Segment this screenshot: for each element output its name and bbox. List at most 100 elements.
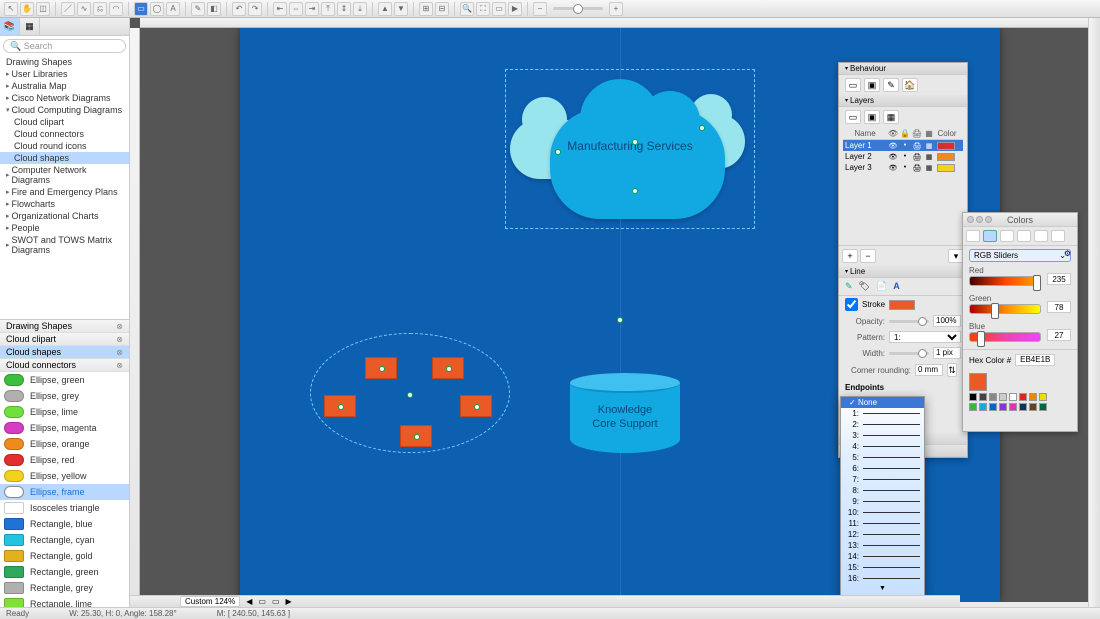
library-item[interactable]: ▸User Libraries <box>0 68 129 80</box>
layer-view-icon[interactable]: ▣ <box>864 110 880 124</box>
selection-handle[interactable] <box>632 188 638 194</box>
redo-icon[interactable]: ↷ <box>248 2 262 16</box>
dropdown-item[interactable]: 4: <box>841 441 924 452</box>
stroke-checkbox[interactable] <box>845 298 858 311</box>
color-swatch[interactable] <box>1029 393 1037 401</box>
green-slider[interactable] <box>969 304 1041 314</box>
tool-curve-icon[interactable]: ∿ <box>77 2 91 16</box>
color-swatch[interactable] <box>979 393 987 401</box>
dropdown-item[interactable]: 8: <box>841 485 924 496</box>
tool-hand-icon[interactable]: ✋ <box>20 2 34 16</box>
shape-palette-item[interactable]: Rectangle, grey <box>0 580 129 596</box>
opacity-value[interactable]: 100% <box>933 315 961 327</box>
process-box[interactable] <box>400 425 432 447</box>
pattern-select[interactable]: 1: <box>889 331 961 343</box>
color-swatch[interactable] <box>999 403 1007 411</box>
process-box[interactable] <box>432 357 464 379</box>
corner-stepper[interactable]: ⇅ <box>947 363 957 377</box>
library-item[interactable]: ▸People <box>0 222 129 234</box>
cylinder-text[interactable]: Knowledge Core Support <box>570 403 680 432</box>
selection-handle[interactable] <box>699 125 705 131</box>
library-item[interactable]: ▸SWOT and TOWS Matrix Diagrams <box>0 234 129 256</box>
shape-palette-item[interactable]: Ellipse, grey <box>0 388 129 404</box>
slider-mode-select[interactable]: RGB Sliders⌄ <box>969 249 1071 262</box>
dropdown-item[interactable]: 2: <box>841 419 924 430</box>
tool-eraser-icon[interactable]: ◧ <box>207 2 221 16</box>
layers-section-header[interactable]: ▾Layers <box>839 95 967 107</box>
width-value[interactable]: 1 pix <box>933 347 961 359</box>
library-item[interactable]: ▸Flowcharts <box>0 198 129 210</box>
vertical-scrollbar[interactable] <box>1088 18 1100 607</box>
current-color-swatch[interactable] <box>969 373 987 391</box>
cloud-text[interactable]: Manufacturing Services <box>510 139 750 153</box>
page-prev-icon[interactable]: ◀ <box>246 597 252 606</box>
layer-row[interactable]: Layer 2👁•🖨▦ <box>843 151 963 162</box>
dropdown-item-none[interactable]: ✓ None <box>841 397 924 408</box>
shape-palette-item[interactable]: Ellipse, yellow <box>0 468 129 484</box>
zoom-page-icon[interactable]: ▭ <box>492 2 506 16</box>
library-tab-icon[interactable]: 📚 <box>0 18 20 35</box>
shape-palette-item[interactable]: Ellipse, orange <box>0 436 129 452</box>
selection-handle[interactable] <box>632 139 638 145</box>
tool-pencil-icon[interactable]: ✎ <box>191 2 205 16</box>
color-custom-tab-icon[interactable] <box>1051 230 1065 242</box>
tool-ellipse-icon[interactable]: ◯ <box>150 2 164 16</box>
library-item[interactable]: Cloud round icons <box>0 140 129 152</box>
color-swatch[interactable] <box>989 403 997 411</box>
shape-palette-item[interactable]: Ellipse, lime <box>0 404 129 420</box>
dropdown-item[interactable]: 15: <box>841 562 924 573</box>
color-swatch[interactable] <box>989 393 997 401</box>
color-swatch[interactable] <box>1009 393 1017 401</box>
blue-value[interactable]: 27 <box>1047 329 1071 341</box>
color-spectrum-tab-icon[interactable] <box>1017 230 1031 242</box>
zoom-out-icon[interactable]: − <box>533 2 547 16</box>
behaviour-mode-icon[interactable]: ✎ <box>883 78 899 92</box>
tool-connector-icon[interactable]: ⎌ <box>93 2 107 16</box>
line-pen-icon[interactable]: ✎ <box>845 281 853 292</box>
shape-palette-item[interactable]: Rectangle, cyan <box>0 532 129 548</box>
behaviour-mode-icon[interactable]: 🏠 <box>902 78 918 92</box>
selection-handle[interactable] <box>555 149 561 155</box>
dropdown-item[interactable]: 12: <box>841 529 924 540</box>
blue-slider[interactable] <box>969 332 1041 342</box>
shape-palette-item[interactable]: Isosceles triangle <box>0 500 129 516</box>
tool-rect-icon[interactable]: ▭ <box>134 2 148 16</box>
behaviour-mode-icon[interactable]: ▭ <box>845 78 861 92</box>
undo-icon[interactable]: ↶ <box>232 2 246 16</box>
window-zoom-icon[interactable] <box>985 216 992 223</box>
remove-layer-button[interactable]: − <box>860 249 876 263</box>
shape-category-tab[interactable]: Cloud clipart⊗ <box>0 333 129 346</box>
shape-palette-item[interactable]: Rectangle, gold <box>0 548 129 564</box>
page-tab[interactable]: ▭ <box>272 597 280 606</box>
library-item[interactable]: ▸Organizational Charts <box>0 210 129 222</box>
color-swatch[interactable] <box>1009 403 1017 411</box>
shape-palette-item[interactable]: Rectangle, blue <box>0 516 129 532</box>
dropdown-item[interactable]: 1: <box>841 408 924 419</box>
align-center-icon[interactable]: ⇔ <box>289 2 303 16</box>
stroke-color-chip[interactable] <box>889 300 915 310</box>
dropdown-item[interactable]: 14: <box>841 551 924 562</box>
colors-panel[interactable]: Colors RGB Sliders⌄ ⚙ Red 235 Green 78 B… <box>962 212 1078 432</box>
shape-category-tab[interactable]: Cloud shapes⊗ <box>0 346 129 359</box>
page-next-icon[interactable]: ▶ <box>286 597 292 606</box>
cloud-shape-group[interactable]: Manufacturing Services <box>510 74 750 224</box>
zoom-in2-icon[interactable]: + <box>609 2 623 16</box>
color-palette-tab-icon[interactable] <box>1000 230 1014 242</box>
dropdown-item[interactable]: 13: <box>841 540 924 551</box>
layer-view-icon[interactable]: ▦ <box>883 110 899 124</box>
shape-palette-item[interactable]: Ellipse, green <box>0 372 129 388</box>
process-box[interactable] <box>365 357 397 379</box>
zoom-in-icon[interactable]: 🔍 <box>460 2 474 16</box>
close-icon[interactable]: ⊗ <box>116 348 123 357</box>
presentation-icon[interactable]: ▶ <box>508 2 522 16</box>
library-item[interactable]: Cloud clipart <box>0 116 129 128</box>
tool-select-icon[interactable]: ↖ <box>4 2 18 16</box>
red-slider[interactable] <box>969 276 1041 286</box>
line-section-header[interactable]: ▾Line <box>839 266 967 278</box>
color-swatch[interactable] <box>1019 393 1027 401</box>
align-bottom-icon[interactable]: ⤓ <box>353 2 367 16</box>
red-value[interactable]: 235 <box>1047 273 1071 285</box>
library-item[interactable]: ▸Australia Map <box>0 80 129 92</box>
dropdown-item[interactable]: 9: <box>841 496 924 507</box>
line-tag-icon[interactable]: 🏷 <box>859 281 870 292</box>
